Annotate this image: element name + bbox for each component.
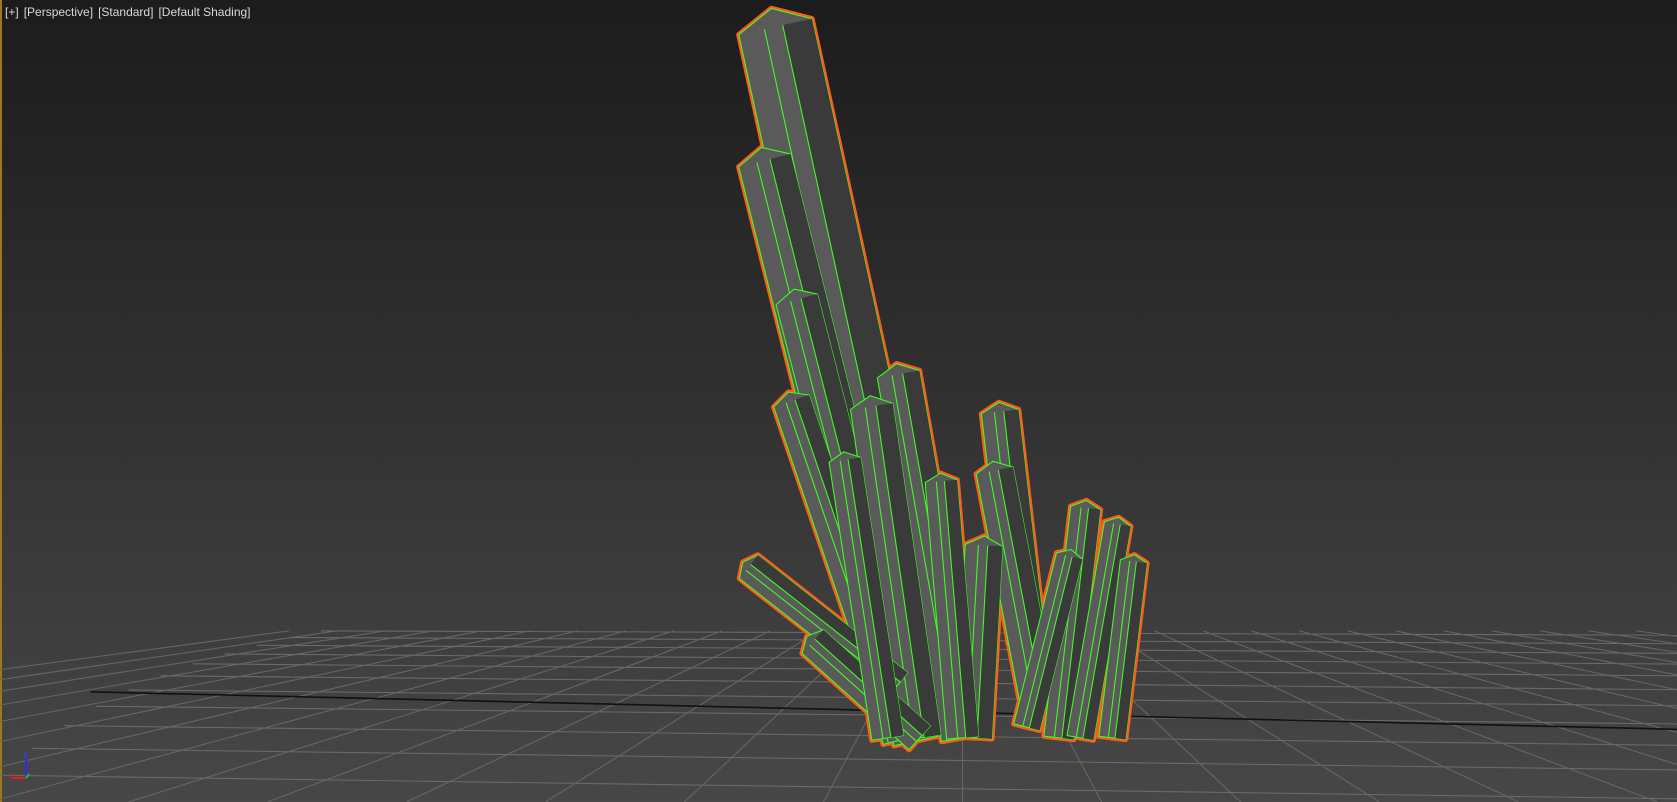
grid-line [1347,630,1677,709]
z-axis-label: Z [23,751,28,760]
grid-line [267,630,723,802]
viewport-shading-menu[interactable]: [Default Shading] [158,5,250,19]
grid-line [0,774,1677,800]
axis-tripod-icon: Z X [8,751,30,780]
grid-line [1154,630,1519,802]
viewport-scene[interactable] [0,0,1677,802]
viewport-pov-menu[interactable]: [Perspective] [24,5,93,19]
grid-line [32,747,1677,771]
crystal-cluster-mesh[interactable] [738,7,1148,751]
grid-line [1299,630,1677,733]
viewport-plus-menu[interactable]: [+] [5,5,19,19]
viewport-mode-menu[interactable]: [Standard] [98,5,153,19]
x-axis-label: X [8,773,13,780]
grid-line [128,630,674,802]
grid-line [1540,630,1677,653]
grid-line [1395,630,1677,691]
viewport-label-menu: [+] [Perspective] [Standard] [Default Shadi… [5,5,256,19]
perspective-viewport[interactable]: [+] [Perspective] [Standard] [Default Shadi… [0,0,1677,802]
grid-line [1588,630,1677,645]
grid-line [1203,630,1658,802]
